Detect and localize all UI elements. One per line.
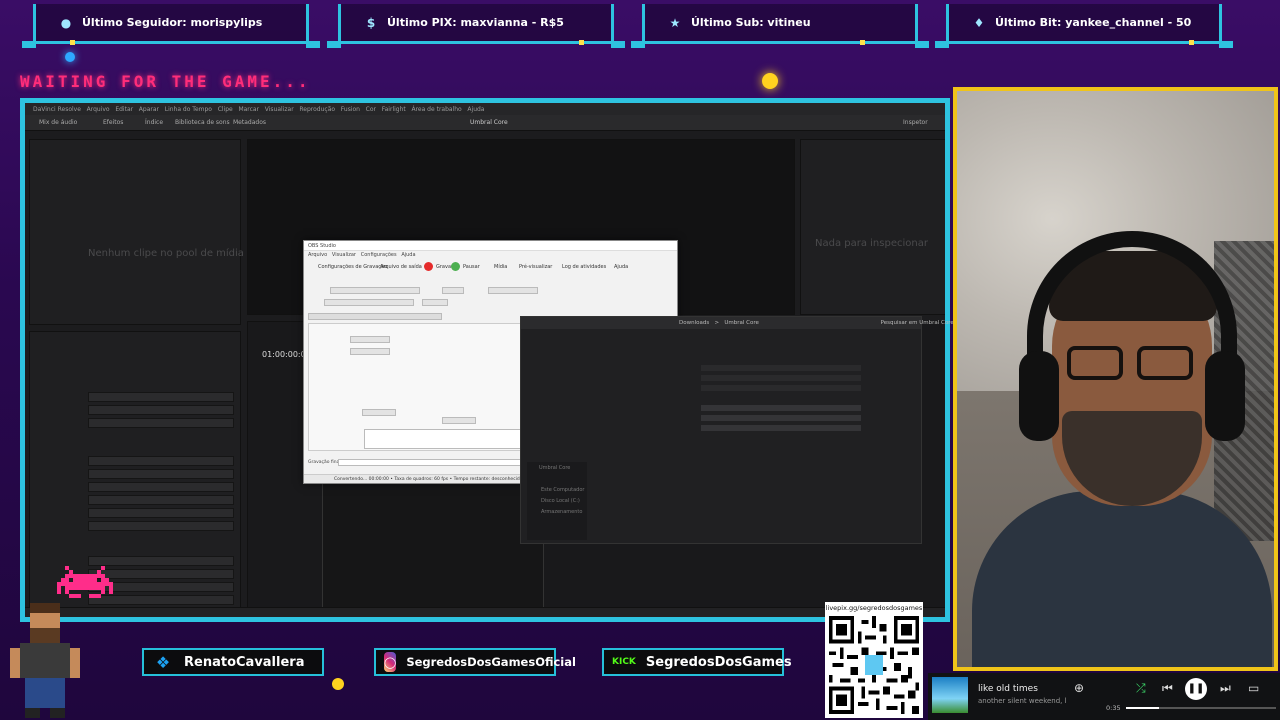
- shuffle-icon[interactable]: ⤮: [1136, 681, 1146, 696]
- screen-capture-frame: DaVinci Resolve Arquivo Editar Aparar Li…: [20, 98, 954, 622]
- file-row[interactable]: [701, 425, 861, 431]
- toolbar-item[interactable]: Metadados: [233, 119, 266, 126]
- tab-strip[interactable]: [308, 313, 442, 320]
- toolbar-item[interactable]: Índice: [145, 119, 163, 126]
- social-handle: SegredosDosGamesOficial: [406, 655, 576, 669]
- webcam-frame: [953, 87, 1278, 671]
- toolbar-item[interactable]: Biblioteca de sons: [175, 119, 230, 126]
- dialog-tool[interactable]: Ajuda: [614, 264, 628, 270]
- keyframe-field[interactable]: [442, 417, 476, 424]
- waiting-banner: WAITING FOR THE GAME...: [20, 72, 311, 91]
- alert-text: Último Bit: yankee_channel - 50: [995, 16, 1192, 29]
- star-icon: ★: [669, 15, 681, 30]
- dialog-title: OBS Studio: [304, 241, 677, 251]
- explorer-tab[interactable]: Umbral Core: [724, 320, 759, 326]
- alert-text: Último Seguidor: morispylips: [82, 16, 263, 29]
- music-player: like old times another silent weekend, l…: [928, 673, 1280, 720]
- song-title: like old times: [978, 684, 1038, 694]
- album-art: [932, 677, 968, 713]
- explorer-search[interactable]: Pesquisar em Umbral Core: [881, 320, 954, 326]
- dollar-icon: $: [366, 15, 376, 30]
- play-pause-button[interactable]: ❚❚: [1185, 678, 1207, 700]
- file-row[interactable]: [701, 365, 861, 371]
- alert-last-bit: ♦ Último Bit: yankee_channel - 50: [935, 4, 1233, 48]
- alert-text: Último PIX: maxvianna - R$5: [387, 16, 564, 29]
- blue-orb: [65, 52, 75, 62]
- media-pool-panel: Nenhum clipe no pool de mídia: [29, 139, 244, 325]
- inspector-empty: Nada para inspecionar: [815, 238, 928, 249]
- add-to-library-icon[interactable]: ⊕: [1074, 681, 1084, 695]
- alert-text: Último Sub: vitineu: [691, 16, 811, 29]
- kick-icon: KICK: [612, 657, 636, 667]
- social-handle: SegredosDosGames: [645, 654, 792, 670]
- dialog-tool[interactable]: Pausar: [463, 264, 480, 270]
- bitrate-field[interactable]: [350, 336, 390, 343]
- elapsed-time: 0:35: [1106, 704, 1121, 712]
- output-path-field[interactable]: [330, 287, 420, 294]
- alert-last-sub: ★ Último Sub: vitineu: [631, 4, 929, 48]
- qr-code-grid: [829, 616, 919, 714]
- toolbar-item[interactable]: Efeitos: [103, 119, 123, 126]
- page-navigation-bar: [25, 607, 945, 617]
- timeline-track-area: [322, 478, 544, 608]
- tree-item[interactable]: Disco Local (C:): [541, 498, 580, 504]
- social-twitter[interactable]: ❖ RenatoCavallera: [142, 648, 324, 676]
- app-toolbar: Mix de áudio Efeitos Índice Biblioteca d…: [25, 115, 945, 131]
- file-row[interactable]: [701, 415, 861, 421]
- file-row[interactable]: [701, 375, 861, 381]
- pixel-character-mascot: [10, 603, 80, 718]
- dialog-tool[interactable]: Arquivo de saída: [380, 264, 422, 270]
- progress-bar[interactable]: [1126, 707, 1276, 709]
- yellow-orb: [762, 73, 778, 89]
- space-invader-icon: [57, 566, 113, 598]
- app-menu-bar: DaVinci Resolve Arquivo Editar Aparar Li…: [25, 103, 945, 115]
- social-kick[interactable]: KICK SegredosDosGames: [602, 648, 792, 676]
- social-instagram[interactable]: ◯ SegredosDosGamesOficial: [374, 648, 576, 676]
- streamer-shirt: [972, 491, 1272, 667]
- dialog-tool[interactable]: Log de atividades: [562, 264, 606, 270]
- media-pool-empty: Nenhum clipe no pool de mídia: [88, 248, 244, 259]
- livepix-qr-code: livepix.gg/segredosdosgames: [825, 602, 923, 718]
- progress-fill: [1126, 707, 1159, 709]
- alert-last-follower: ● Último Seguidor: morispylips: [22, 4, 320, 48]
- twitter-icon: ❖: [155, 652, 171, 672]
- project-title: Umbral Core: [470, 119, 508, 126]
- user-icon: ●: [60, 15, 72, 30]
- qr-label: livepix.gg/segredosdosgames: [825, 604, 923, 612]
- format-select[interactable]: [442, 287, 464, 294]
- explorer-tab[interactable]: Downloads: [679, 320, 709, 326]
- miniplayer-icon[interactable]: ▭: [1248, 681, 1259, 695]
- container-select[interactable]: [488, 287, 538, 294]
- toolbar-item[interactable]: Mix de áudio: [39, 119, 77, 126]
- toolbar-item[interactable]: Inspetor: [903, 119, 928, 126]
- yellow-sparkle: [332, 678, 344, 690]
- explorer-sidebar: Umbral Core Este Computador Disco Local …: [527, 462, 587, 540]
- profile-select[interactable]: [324, 299, 414, 306]
- instagram-icon: ◯: [384, 652, 397, 672]
- dialog-tool[interactable]: Configurações de Gravação: [318, 264, 387, 270]
- tree-item[interactable]: Armazenamento: [541, 509, 582, 515]
- file-explorer-window: Downloads > Umbral Core Pesquisar em Umb…: [520, 316, 954, 544]
- file-row[interactable]: [701, 405, 861, 411]
- dialog-tool[interactable]: Mídia: [494, 264, 507, 270]
- rate-control-field[interactable]: [362, 409, 396, 416]
- pause-icon[interactable]: [451, 262, 460, 271]
- encoder-field[interactable]: [350, 348, 390, 355]
- dialog-toolbar: Configurações de Gravação Arquivo de saí…: [304, 260, 677, 274]
- record-icon[interactable]: [424, 262, 433, 271]
- file-row[interactable]: [701, 385, 861, 391]
- explorer-tabs: Downloads > Umbral Core Pesquisar em Umb…: [521, 317, 954, 329]
- folder-item[interactable]: Umbral Core: [539, 465, 570, 471]
- preset-select[interactable]: [422, 299, 448, 306]
- tree-item[interactable]: Este Computador: [541, 487, 584, 493]
- dialog-tool[interactable]: Pré-visualizar: [519, 264, 552, 270]
- dialog-menu: Arquivo Visualizar Configurações Ajuda: [308, 252, 416, 258]
- alert-last-pix: $ Último PIX: maxvianna - R$5: [327, 4, 625, 48]
- inspector-panel: Nada para inspecionar: [800, 139, 945, 315]
- diamond-icon: ♦: [973, 15, 985, 30]
- song-artist: another silent weekend, l: [978, 697, 1066, 705]
- social-handle: RenatoCavallera: [184, 654, 305, 670]
- next-track-icon[interactable]: ⏭: [1220, 681, 1231, 696]
- previous-track-icon[interactable]: ⏮: [1162, 681, 1173, 696]
